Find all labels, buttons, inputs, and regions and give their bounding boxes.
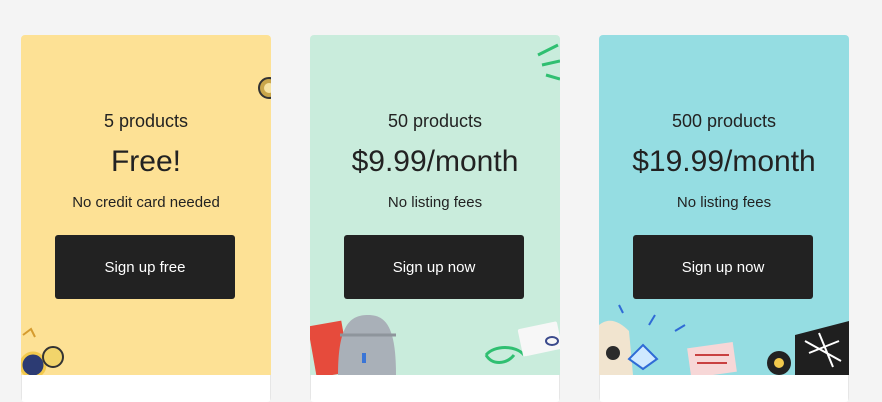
plan-note: No listing fees <box>676 194 772 211</box>
plan-card-header: 50 products $9.99/month No listing fees … <box>310 35 560 375</box>
plan-price: Free! <box>110 145 182 178</box>
plan-card-500: 500 products $19.99/month No listing fee… <box>599 35 849 402</box>
plan-card-body <box>21 375 271 402</box>
plan-product-count: 500 products <box>671 111 777 131</box>
sign-up-free-button[interactable]: Sign up free <box>55 235 235 299</box>
plan-price: $9.99/month <box>351 145 519 178</box>
plan-card-body <box>310 375 560 402</box>
plan-card-body <box>599 375 849 402</box>
plan-note: No listing fees <box>387 194 483 211</box>
plan-note: No credit card needed <box>72 194 220 211</box>
plan-card-header: 500 products $19.99/month No listing fee… <box>599 35 849 375</box>
plan-product-count: 50 products <box>387 111 483 131</box>
sign-up-now-button[interactable]: Sign up now <box>633 235 813 299</box>
sign-up-now-button[interactable]: Sign up now <box>344 235 524 299</box>
plan-product-count: 5 products <box>103 111 189 131</box>
plan-card-header: 5 products Free! No credit card needed S… <box>21 35 271 375</box>
plan-card-free: 5 products Free! No credit card needed S… <box>21 35 271 402</box>
plan-card-50: 50 products $9.99/month No listing fees … <box>310 35 560 402</box>
plan-price: $19.99/month <box>632 145 816 178</box>
